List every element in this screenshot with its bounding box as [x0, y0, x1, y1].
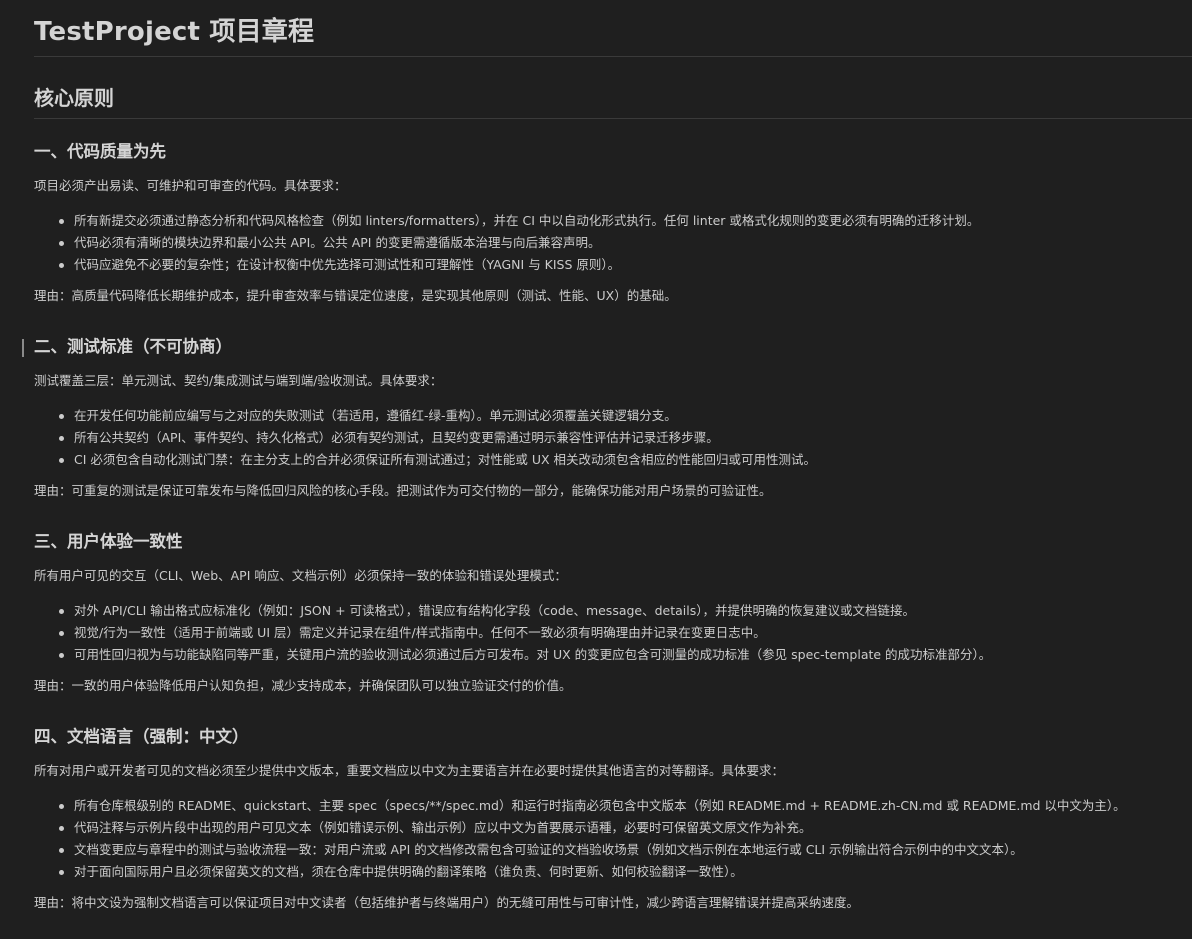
section-heading: 二、测试标准（不可协商） [34, 337, 232, 356]
section-rationale: 理由：高质量代码降低长期维护成本，提升审查效率与错误定位速度，是实现其他原则（测… [34, 288, 677, 303]
section-heading: 四、文档语言（强制：中文） [34, 727, 249, 746]
list-item: 对外 API/CLI 输出格式应标准化（例如：JSON + 可读格式），错误应有… [59, 600, 1192, 622]
requirement-list: 所有新提交必须通过静态分析和代码风格检查（例如 linters/formatte… [34, 210, 1192, 276]
list-item: CI 必须包含自动化测试门禁：在主分支上的合并必须保证所有测试通过；对性能或 U… [59, 449, 1192, 471]
list-item: 所有公共契约（API、事件契约、持久化格式）必须有契约测试，且契约变更需通过明示… [59, 427, 1192, 449]
document-page: TestProject 项目章程 核心原则 一、代码质量为先 项目必须产出易读、… [0, 0, 1192, 939]
requirement-list: 所有仓库根级别的 README、quickstart、主要 spec（specs… [34, 795, 1192, 883]
list-item: 代码必须有清晰的模块边界和最小公共 API。公共 API 的变更需遵循版本治理与… [59, 232, 1192, 254]
list-item: 所有仓库根级别的 README、quickstart、主要 spec（specs… [59, 795, 1192, 817]
core-principles-heading: 核心原则 [34, 57, 1192, 119]
section-heading: 三、用户体验一致性 [34, 532, 183, 551]
section-code-quality: 一、代码质量为先 项目必须产出易读、可维护和可审查的代码。具体要求： 所有新提交… [34, 141, 1192, 305]
section-heading: 一、代码质量为先 [34, 142, 166, 161]
cursor-marker [22, 339, 24, 357]
section-rationale: 理由：将中文设为强制文档语言可以保证项目对中文读者（包括维护者与终端用户）的无缝… [34, 895, 860, 910]
requirement-list: 在开发任何功能前应编写与之对应的失败测试（若适用，遵循红-绿-重构）。单元测试必… [34, 405, 1192, 471]
section-intro: 所有用户可见的交互（CLI、Web、API 响应、文档示例）必须保持一致的体验和… [34, 568, 567, 583]
section-intro: 项目必须产出易读、可维护和可审查的代码。具体要求： [34, 178, 347, 193]
list-item: 所有新提交必须通过静态分析和代码风格检查（例如 linters/formatte… [59, 210, 1192, 232]
list-item: 对于面向国际用户且必须保留英文的文档，须在仓库中提供明确的翻译策略（谁负责、何时… [59, 861, 1192, 883]
section-rationale: 理由：可重复的测试是保证可靠发布与降低回归风险的核心手段。把测试作为可交付物的一… [34, 483, 772, 498]
section-ux-consistency: 三、用户体验一致性 所有用户可见的交互（CLI、Web、API 响应、文档示例）… [34, 531, 1192, 695]
section-documentation-language: 四、文档语言（强制：中文） 所有对用户或开发者可见的文档必须至少提供中文版本，重… [34, 726, 1192, 912]
requirement-list: 对外 API/CLI 输出格式应标准化（例如：JSON + 可读格式），错误应有… [34, 600, 1192, 666]
page-title: TestProject 项目章程 [34, 0, 1192, 57]
section-intro: 所有对用户或开发者可见的文档必须至少提供中文版本，重要文档应以中文为主要语言并在… [34, 763, 785, 778]
list-item: 在开发任何功能前应编写与之对应的失败测试（若适用，遵循红-绿-重构）。单元测试必… [59, 405, 1192, 427]
list-item: 代码注释与示例片段中出现的用户可见文本（例如错误示例、输出示例）应以中文为首要展… [59, 817, 1192, 839]
list-item: 可用性回归视为与功能缺陷同等严重，关键用户流的验收测试必须通过后方可发布。对 U… [59, 644, 1192, 666]
section-intro: 测试覆盖三层：单元测试、契约/集成测试与端到端/验收测试。具体要求： [34, 373, 443, 388]
section-rationale: 理由：一致的用户体验降低用户认知负担，减少支持成本，并确保团队可以独立验证交付的… [34, 678, 572, 693]
list-item: 文档变更应与章程中的测试与验收流程一致：对用户流或 API 的文档修改需包含可验… [59, 839, 1192, 861]
list-item: 视觉/行为一致性（适用于前端或 UI 层）需定义并记录在组件/样式指南中。任何不… [59, 622, 1192, 644]
list-item: 代码应避免不必要的复杂性；在设计权衡中优先选择可测试性和可理解性（YAGNI 与… [59, 254, 1192, 276]
section-testing-standards: 二、测试标准（不可协商） 测试覆盖三层：单元测试、契约/集成测试与端到端/验收测… [22, 336, 1192, 500]
